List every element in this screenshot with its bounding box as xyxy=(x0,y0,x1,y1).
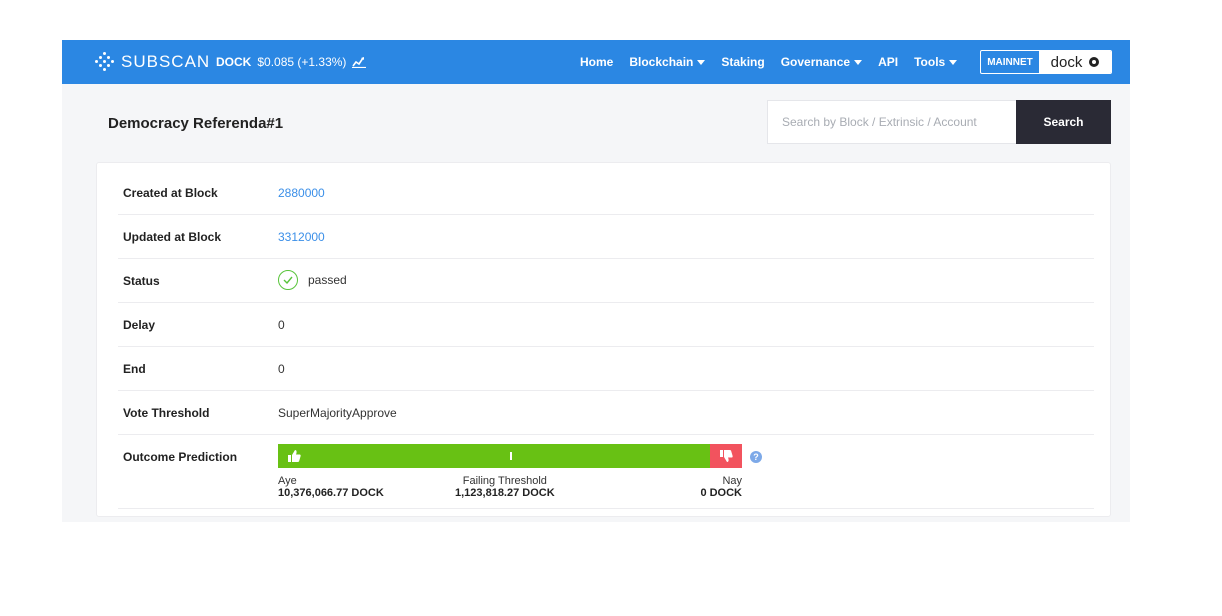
delay-value: 0 xyxy=(278,318,285,332)
page-title: Democracy Referenda#1 xyxy=(108,115,284,132)
thumbs-up-icon xyxy=(288,450,301,462)
aye-label: Aye xyxy=(278,475,297,487)
chevron-down-icon xyxy=(697,59,706,65)
aye-bar-segment xyxy=(278,444,710,468)
delay-label: Delay xyxy=(123,318,156,332)
failing-threshold-legend: Failing Threshold 1,123,818.27 DOCK xyxy=(455,475,555,499)
price-chart-icon xyxy=(352,57,367,68)
nav-home[interactable]: Home xyxy=(580,55,613,69)
detail-row-updated: Updated at Block 3312000 xyxy=(118,215,1094,259)
nav-governance-label: Governance xyxy=(780,55,851,69)
nav-governance[interactable]: Governance xyxy=(780,55,863,69)
detail-row-delay: Delay 0 xyxy=(118,303,1094,347)
token-price: $0.085 (+1.33%) xyxy=(257,55,347,69)
token-price-ticker[interactable]: DOCK $0.085 (+1.33%) xyxy=(216,55,367,69)
chevron-down-icon xyxy=(854,59,863,65)
failing-threshold-amount: 1,123,818.27 DOCK xyxy=(455,487,555,499)
status-label: Status xyxy=(123,274,160,288)
nav-tools[interactable]: Tools xyxy=(914,55,958,69)
updated-label: Updated at Block xyxy=(123,230,222,244)
nav-blockchain-label: Blockchain xyxy=(629,55,694,69)
subscan-logo-icon xyxy=(95,52,115,72)
detail-row-end: End 0 xyxy=(118,347,1094,391)
nav-home-label: Home xyxy=(580,55,614,69)
outcome-bar xyxy=(278,444,742,468)
search-button[interactable]: Search xyxy=(1016,100,1111,144)
chevron-circle-icon xyxy=(1089,57,1100,67)
network-label: MAINNET xyxy=(987,56,1033,68)
check-circle-icon xyxy=(278,270,298,290)
network-switcher[interactable]: MAINNET dock xyxy=(980,50,1112,74)
threshold-label: Vote Threshold xyxy=(123,406,210,420)
aye-legend: Aye 10,376,066.77 DOCK xyxy=(278,475,384,499)
nav-blockchain[interactable]: Blockchain xyxy=(629,55,706,69)
chevron-down-icon xyxy=(949,59,958,65)
network-brand-text: dock xyxy=(1050,53,1083,71)
page: SUBSCAN DOCK $0.085 (+1.33%) Home Blockc… xyxy=(62,40,1130,522)
nay-amount: 0 DOCK xyxy=(700,487,742,499)
nav-links: Home Blockchain Staking Governance API T… xyxy=(580,55,973,69)
failing-threshold-label: Failing Threshold xyxy=(462,475,547,487)
detail-row-outcome: Outcome Prediction ? Aye 10,376,066.77 D… xyxy=(118,435,1094,509)
logo-text: SUBSCAN xyxy=(121,52,211,71)
nav-staking-label: Staking xyxy=(721,55,765,69)
top-navbar: SUBSCAN DOCK $0.085 (+1.33%) Home Blockc… xyxy=(62,40,1130,84)
help-icon[interactable]: ? xyxy=(750,451,762,463)
end-label: End xyxy=(123,362,146,376)
nav-tools-label: Tools xyxy=(914,55,946,69)
nav-api-label: API xyxy=(878,55,899,69)
outcome-label: Outcome Prediction xyxy=(123,450,238,464)
created-label: Created at Block xyxy=(123,186,218,200)
aye-amount: 10,376,066.77 DOCK xyxy=(278,487,384,499)
end-value: 0 xyxy=(278,362,285,376)
detail-row-threshold: Vote Threshold SuperMajorityApprove xyxy=(118,391,1094,435)
search-box: Search xyxy=(767,100,1111,144)
token-symbol: DOCK xyxy=(216,55,252,69)
referendum-details-card: Created at Block 2880000 Updated at Bloc… xyxy=(96,162,1111,517)
threshold-value: SuperMajorityApprove xyxy=(278,406,397,420)
subscan-logo[interactable]: SUBSCAN xyxy=(95,52,210,72)
nav-api[interactable]: API xyxy=(878,55,898,69)
detail-row-status: Status passed xyxy=(118,259,1094,303)
status-value: passed xyxy=(278,270,347,290)
nav-staking[interactable]: Staking xyxy=(721,55,764,69)
nay-legend: Nay 0 DOCK xyxy=(692,475,742,499)
nay-label: Nay xyxy=(722,475,742,487)
search-input[interactable] xyxy=(767,100,1016,144)
detail-row-created: Created at Block 2880000 xyxy=(118,171,1094,215)
thumbs-down-icon xyxy=(720,450,733,462)
updated-block-link[interactable]: 3312000 xyxy=(278,230,325,244)
nay-bar-segment xyxy=(710,444,742,468)
created-block-link[interactable]: 2880000 xyxy=(278,186,325,200)
network-brand: dock xyxy=(1039,51,1111,73)
status-text: passed xyxy=(308,273,347,287)
failing-threshold-marker xyxy=(510,452,512,460)
